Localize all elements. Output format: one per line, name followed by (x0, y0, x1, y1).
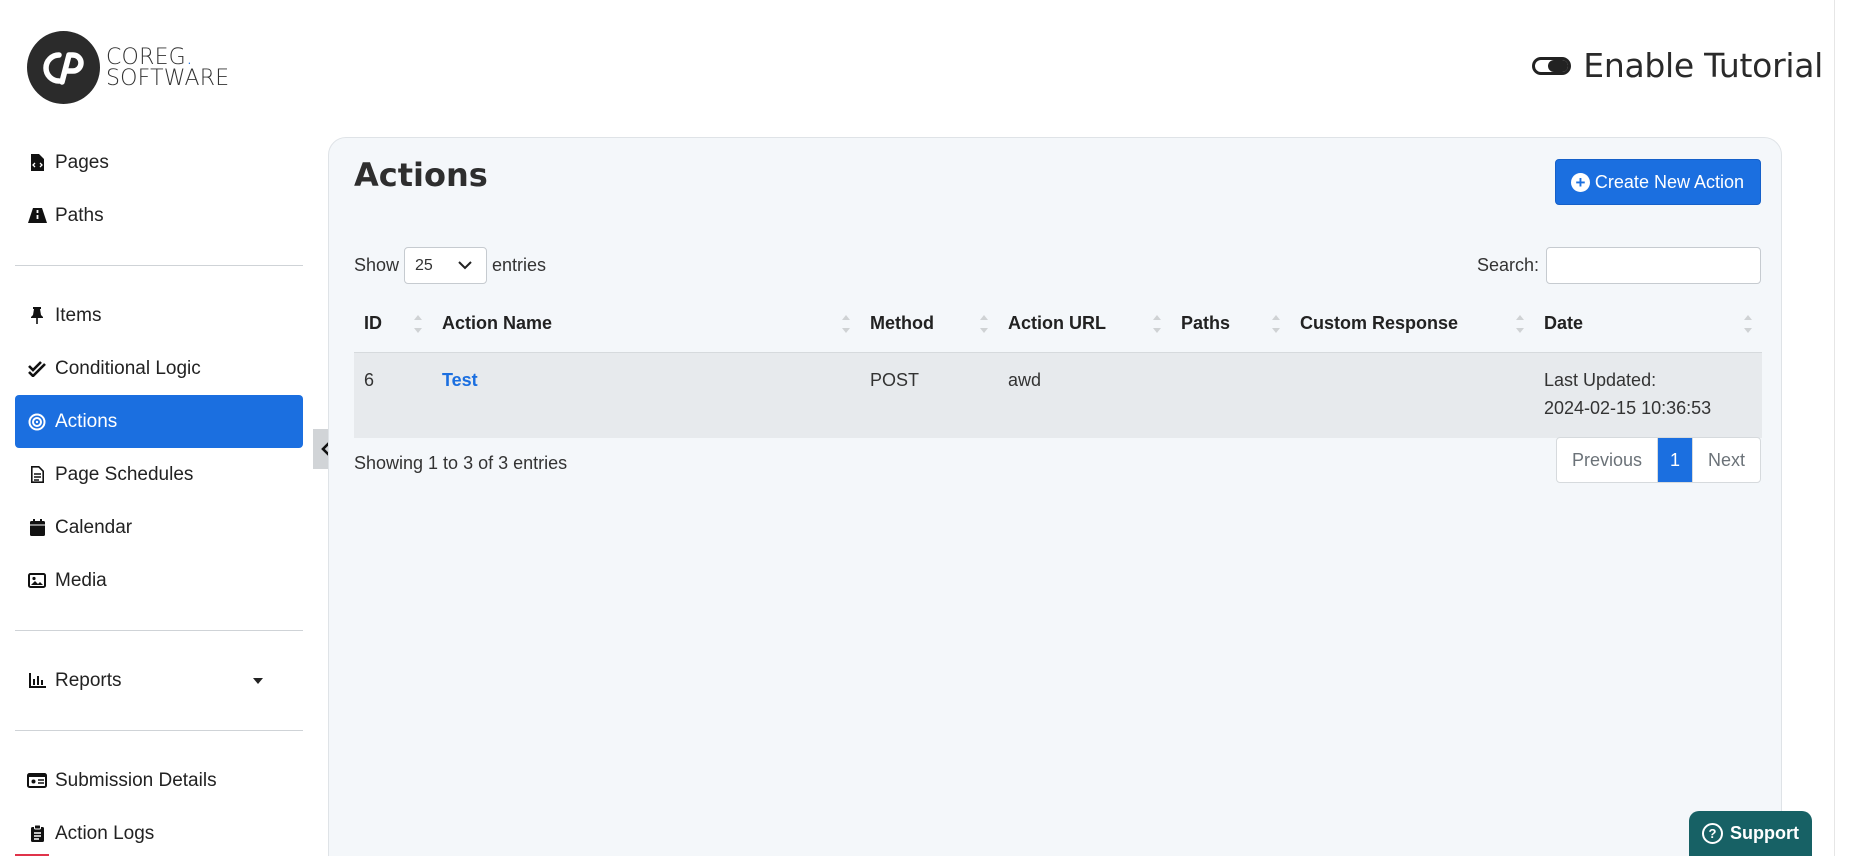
support-label: Support (1730, 823, 1799, 843)
sidebar-item-label: Calendar (55, 516, 133, 538)
check-double-icon (27, 359, 47, 379)
sidebar-item-media[interactable]: Media (15, 554, 303, 607)
sidebar-item-label: Paths (55, 204, 104, 226)
sidebar-item-label: Items (55, 304, 102, 326)
cell-date: Last Updated: 2024-02-15 10:36:53 (1534, 352, 1762, 438)
search-control: Search: (1477, 247, 1761, 284)
sidebar-item-label: Reports (55, 669, 122, 691)
chevron-down-icon (458, 261, 472, 270)
chart-icon (27, 671, 47, 691)
thumbtack-icon (27, 306, 47, 326)
column-header-paths[interactable]: Paths (1171, 296, 1290, 353)
sidebar-item-items[interactable]: Items (15, 289, 303, 342)
page-length-value: 25 (415, 256, 433, 274)
cell-action-url: awd (998, 352, 1171, 438)
sidebar-item-label: Actions (55, 410, 118, 432)
tutorial-toggle[interactable]: Enable Tutorial (1532, 46, 1823, 85)
create-new-action-button[interactable]: + Create New Action (1554, 159, 1761, 205)
brand-name: COREG. SOFTWARE (106, 44, 230, 91)
sidebar-item-page-schedules[interactable]: Page Schedules (15, 448, 303, 501)
table-info: Showing 1 to 3 of 3 entries (354, 453, 568, 473)
table-header-row: ID Action Name Method Action URL Paths C… (354, 296, 1762, 353)
sidebar-item-label: Pages (55, 151, 109, 173)
plus-circle-icon: + (1570, 172, 1590, 192)
sidebar-item-paths[interactable]: Paths (15, 189, 303, 242)
sort-icon (842, 315, 850, 333)
sort-icon (1272, 315, 1280, 333)
tutorial-label: Enable Tutorial (1583, 46, 1823, 85)
column-header-custom-response[interactable]: Custom Response (1290, 296, 1534, 353)
sidebar-divider (15, 730, 303, 731)
sidebar-item-label: Action Logs (55, 822, 155, 844)
id-card-icon (27, 771, 47, 791)
brand-logo[interactable]: COREG. SOFTWARE (27, 31, 229, 104)
image-icon (27, 571, 47, 591)
cell-action-name-link[interactable]: Test (432, 352, 860, 438)
bullseye-icon (27, 412, 47, 432)
cell-custom-response (1290, 352, 1534, 438)
actions-card: Actions + Create New Action Show 25 entr… (328, 137, 1782, 856)
page-length-control: Show 25 entries (354, 247, 546, 284)
sidebar-item-label: Media (55, 569, 107, 591)
sort-icon (1153, 315, 1161, 333)
cell-paths (1171, 352, 1290, 438)
support-button[interactable]: ? Support (1689, 811, 1812, 856)
create-button-label: Create New Action (1594, 171, 1744, 192)
sidebar-item-pages[interactable]: Pages (15, 136, 303, 189)
pagination-next[interactable]: Next (1691, 438, 1760, 482)
column-header-action-name[interactable]: Action Name (432, 296, 860, 353)
sidebar-item-submission-details[interactable]: Submission Details (15, 754, 303, 807)
window-edge-divider (1834, 0, 1835, 856)
page-title: Actions (354, 156, 488, 194)
pagination-previous[interactable]: Previous (1557, 438, 1658, 482)
caret-down-icon[interactable] (253, 677, 263, 684)
sort-icon (1744, 315, 1752, 333)
sidebar-divider (15, 265, 303, 266)
page-length-select[interactable]: 25 (404, 247, 488, 284)
search-input[interactable] (1546, 247, 1761, 284)
actions-table: ID Action Name Method Action URL Paths C… (354, 296, 1762, 438)
search-label: Search: (1476, 255, 1539, 275)
pagination: Previous 1 Next (1555, 437, 1761, 483)
file-code-icon (27, 153, 47, 173)
logo-mark-icon (27, 31, 100, 104)
sidebar-item-reports[interactable]: Reports (15, 654, 303, 707)
sidebar-item-actions[interactable]: Actions (15, 395, 303, 448)
sort-icon (414, 315, 422, 333)
column-header-method[interactable]: Method (860, 296, 998, 353)
calendar-icon (27, 518, 47, 538)
table-row: 6 Test POST awd Last Updated: 2024-02-15… (354, 352, 1762, 438)
road-icon (27, 206, 47, 226)
show-label: Show (354, 255, 400, 275)
column-header-id[interactable]: ID (354, 296, 432, 353)
date-label: Last Updated: (1544, 369, 1657, 390)
clipboard-icon (27, 824, 47, 844)
sidebar: Pages Paths Items Conditional Logic Acti… (15, 136, 303, 856)
sidebar-item-calendar[interactable]: Calendar (15, 501, 303, 554)
sidebar-item-label: Page Schedules (55, 463, 194, 485)
sidebar-item-label: Submission Details (55, 769, 217, 791)
column-header-date[interactable]: Date (1534, 296, 1762, 353)
cell-id: 6 (354, 352, 432, 438)
column-header-action-url[interactable]: Action URL (998, 296, 1171, 353)
file-lines-icon (27, 465, 47, 485)
sidebar-item-action-logs[interactable]: Action Logs (15, 807, 303, 856)
sort-icon (1516, 315, 1524, 333)
question-circle-icon: ? (1702, 823, 1723, 844)
toggle-switch-icon[interactable] (1532, 56, 1572, 75)
date-value: 2024-02-15 10:36:53 (1544, 397, 1712, 418)
cell-method: POST (860, 352, 998, 438)
sidebar-divider (15, 630, 303, 631)
sort-icon (980, 315, 988, 333)
pagination-page-1[interactable]: 1 (1657, 438, 1692, 482)
sidebar-item-label: Conditional Logic (55, 357, 201, 379)
sidebar-item-conditional-logic[interactable]: Conditional Logic (15, 342, 303, 395)
entries-label: entries (492, 255, 547, 275)
